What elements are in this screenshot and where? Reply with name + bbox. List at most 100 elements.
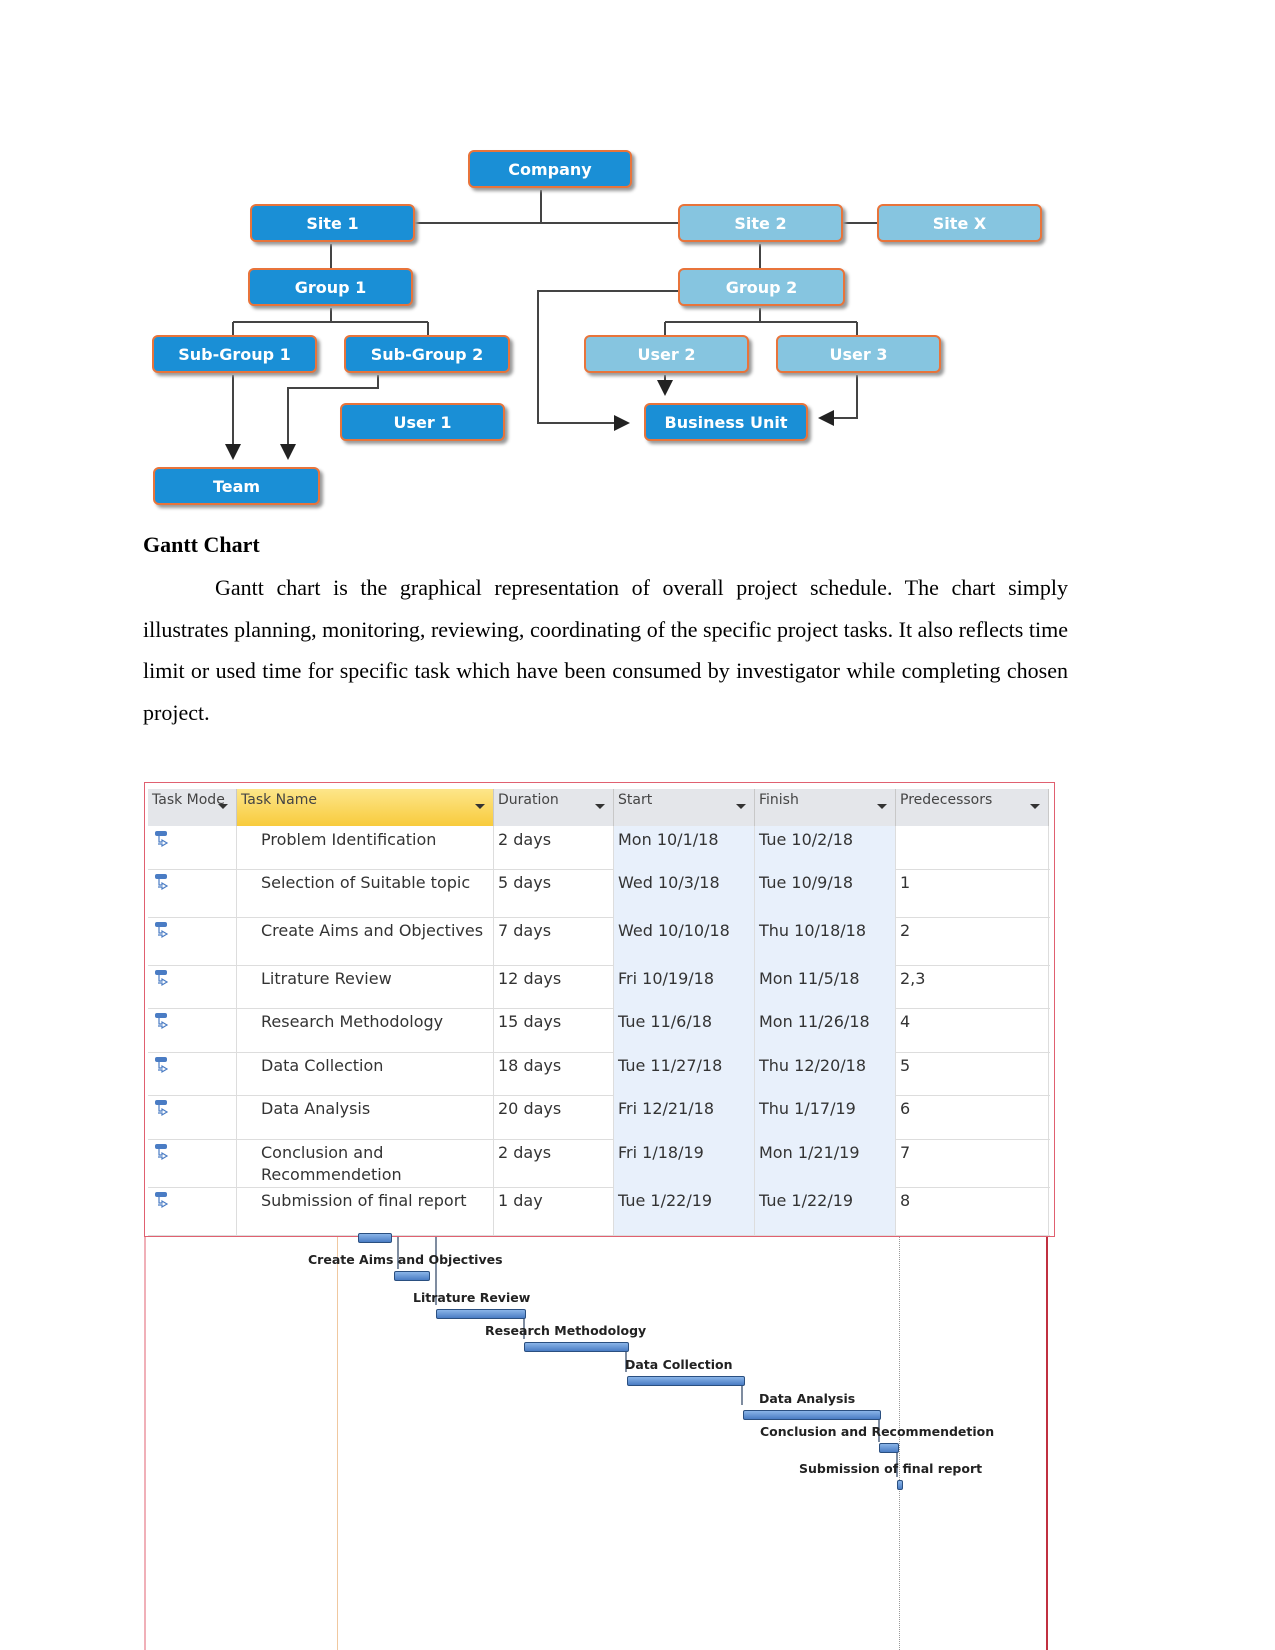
cell-start[interactable]: Fri 12/21/18 [614, 1095, 755, 1139]
cell-finish[interactable]: Mon 11/5/18 [755, 965, 896, 1008]
cell-name[interactable]: Data Analysis [237, 1095, 494, 1139]
table-row[interactable]: Conclusion and Recommendetion 2 days Fri 1… [148, 1139, 1050, 1188]
dropdown-arrow-icon[interactable] [877, 804, 887, 809]
table-row[interactable]: Submission of final report 1 day Tue 1/22/… [148, 1187, 1050, 1236]
dropdown-arrow-icon[interactable] [475, 804, 485, 809]
cell-start[interactable]: Fri 1/18/19 [614, 1139, 755, 1187]
cell-start[interactable]: Fri 10/19/18 [614, 965, 755, 1008]
cell-finish[interactable]: Thu 12/20/18 [755, 1052, 896, 1095]
cell-finish[interactable]: Mon 1/21/19 [755, 1139, 896, 1187]
gantt-bar[interactable] [879, 1443, 899, 1453]
org-node-user-1: User 1 [340, 403, 505, 441]
auto-scheduled-task-icon [155, 970, 169, 987]
task-mode-cell[interactable] [148, 917, 237, 965]
cell-pred[interactable]: 2 [896, 917, 1049, 965]
cell-finish[interactable]: Tue 10/9/18 [755, 869, 896, 917]
task-mode-cell[interactable] [148, 826, 237, 869]
org-node-site-1: Site 1 [250, 204, 415, 242]
cell-finish[interactable]: Tue 1/22/19 [755, 1187, 896, 1235]
cell-duration[interactable]: 5 days [494, 869, 614, 917]
task-mode-cell[interactable] [148, 1187, 237, 1235]
gantt-bar[interactable] [897, 1480, 903, 1490]
gantt-bar[interactable] [358, 1233, 392, 1243]
table-row[interactable]: Problem Identification 2 days Mon 10/1/18 T… [148, 826, 1050, 870]
task-mode-cell[interactable] [148, 1008, 237, 1052]
cell-duration[interactable]: 1 day [494, 1187, 614, 1235]
cell-pred[interactable]: 7 [896, 1139, 1049, 1187]
task-mode-cell[interactable] [148, 1139, 237, 1187]
org-node-sub-group-2: Sub-Group 2 [344, 335, 510, 373]
org-node-group-1: Group 1 [248, 268, 413, 306]
gantt-bar-label: Litrature Review [413, 1290, 531, 1305]
cell-pred[interactable]: 1 [896, 869, 1049, 917]
table-row[interactable]: Selection of Suitable topic 5 days Wed 10/… [148, 869, 1050, 918]
cell-duration[interactable]: 15 days [494, 1008, 614, 1052]
cell-name[interactable]: Problem Identification [237, 826, 494, 869]
cell-pred[interactable]: 6 [896, 1095, 1049, 1139]
table-row[interactable]: Data Analysis 20 days Fri 12/21/18 Thu 1/17… [148, 1095, 1050, 1140]
header-duration[interactable]: Duration [494, 789, 614, 826]
cell-pred[interactable]: 4 [896, 1008, 1049, 1052]
cell-start[interactable]: Wed 10/10/18 [614, 917, 755, 965]
gantt-bar[interactable] [743, 1410, 881, 1420]
org-chart-connectors [225, 190, 877, 460]
document-page: Company Site 1 Site 2 Site X Group 1 Gro… [0, 0, 1275, 1650]
gantt-table: Task Mode Task Name Duration Start Finis… [144, 782, 1055, 1237]
gantt-bar-label: Create Aims and Objectives [308, 1252, 503, 1267]
table-row[interactable]: Research Methodology 15 days Tue 11/6/18 Mo… [148, 1008, 1050, 1053]
dropdown-arrow-icon[interactable] [736, 804, 746, 809]
header-task-name[interactable]: Task Name [237, 789, 494, 826]
task-mode-cell[interactable] [148, 965, 237, 1008]
cell-name[interactable]: Selection of Suitable topic [237, 869, 494, 917]
cell-start[interactable]: Tue 11/6/18 [614, 1008, 755, 1052]
cell-pred[interactable] [896, 826, 1049, 869]
task-mode-cell[interactable] [148, 869, 237, 917]
dropdown-arrow-icon[interactable] [595, 804, 605, 809]
gantt-bar[interactable] [524, 1342, 629, 1352]
cell-finish[interactable]: Thu 1/17/19 [755, 1095, 896, 1139]
cell-duration[interactable]: 7 days [494, 917, 614, 965]
dropdown-arrow-icon[interactable] [1030, 804, 1040, 809]
cell-start[interactable]: Tue 11/27/18 [614, 1052, 755, 1095]
task-mode-cell[interactable] [148, 1095, 237, 1139]
cell-start[interactable]: Wed 10/3/18 [614, 869, 755, 917]
cell-finish[interactable]: Mon 11/26/18 [755, 1008, 896, 1052]
cell-name[interactable]: Litrature Review [237, 965, 494, 1008]
gantt-bar-label: Conclusion and Recommendetion [760, 1424, 995, 1439]
task-mode-cell[interactable] [148, 1052, 237, 1095]
cell-pred[interactable]: 2,3 [896, 965, 1049, 1008]
cell-duration[interactable]: 2 days [494, 826, 614, 869]
header-predecessors[interactable]: Predecessors [896, 789, 1049, 826]
dropdown-arrow-icon[interactable] [218, 804, 228, 809]
cell-duration[interactable]: 18 days [494, 1052, 614, 1095]
org-node-site-2: Site 2 [678, 204, 843, 242]
cell-duration[interactable]: 12 days [494, 965, 614, 1008]
cell-start[interactable]: Tue 1/22/19 [614, 1187, 755, 1235]
cell-finish[interactable]: Thu 10/18/18 [755, 917, 896, 965]
cell-name[interactable]: Conclusion and Recommendetion [237, 1139, 494, 1187]
org-node-group-2: Group 2 [678, 268, 845, 306]
header-task-mode[interactable]: Task Mode [148, 789, 237, 826]
cell-pred[interactable]: 5 [896, 1052, 1049, 1095]
auto-scheduled-task-icon [155, 831, 169, 848]
gantt-bar[interactable] [627, 1376, 745, 1386]
cell-duration[interactable]: 2 days [494, 1139, 614, 1187]
header-start[interactable]: Start [614, 789, 755, 826]
cell-finish[interactable]: Tue 10/2/18 [755, 826, 896, 869]
table-row[interactable]: Create Aims and Objectives 7 days Wed 10/1… [148, 917, 1050, 966]
cell-start[interactable]: Mon 10/1/18 [614, 826, 755, 869]
gantt-bar-label: Research Methodology [485, 1323, 647, 1338]
table-row[interactable]: Data Collection 18 days Tue 11/27/18 Thu 12… [148, 1052, 1050, 1096]
cell-name[interactable]: Submission of final report [237, 1187, 494, 1235]
cell-pred[interactable]: 8 [896, 1187, 1049, 1235]
cell-name[interactable]: Research Methodology [237, 1008, 494, 1052]
cell-duration[interactable]: 20 days [494, 1095, 614, 1139]
gantt-bar[interactable] [394, 1271, 430, 1281]
cell-name[interactable]: Create Aims and Objectives [237, 917, 494, 965]
cell-name[interactable]: Data Collection [237, 1052, 494, 1095]
table-row[interactable]: Litrature Review 12 days Fri 10/19/18 Mon 1… [148, 965, 1050, 1009]
auto-scheduled-task-icon [155, 1057, 169, 1074]
header-finish[interactable]: Finish [755, 789, 896, 826]
gantt-bar[interactable] [436, 1309, 526, 1319]
auto-scheduled-task-icon [155, 1013, 169, 1030]
